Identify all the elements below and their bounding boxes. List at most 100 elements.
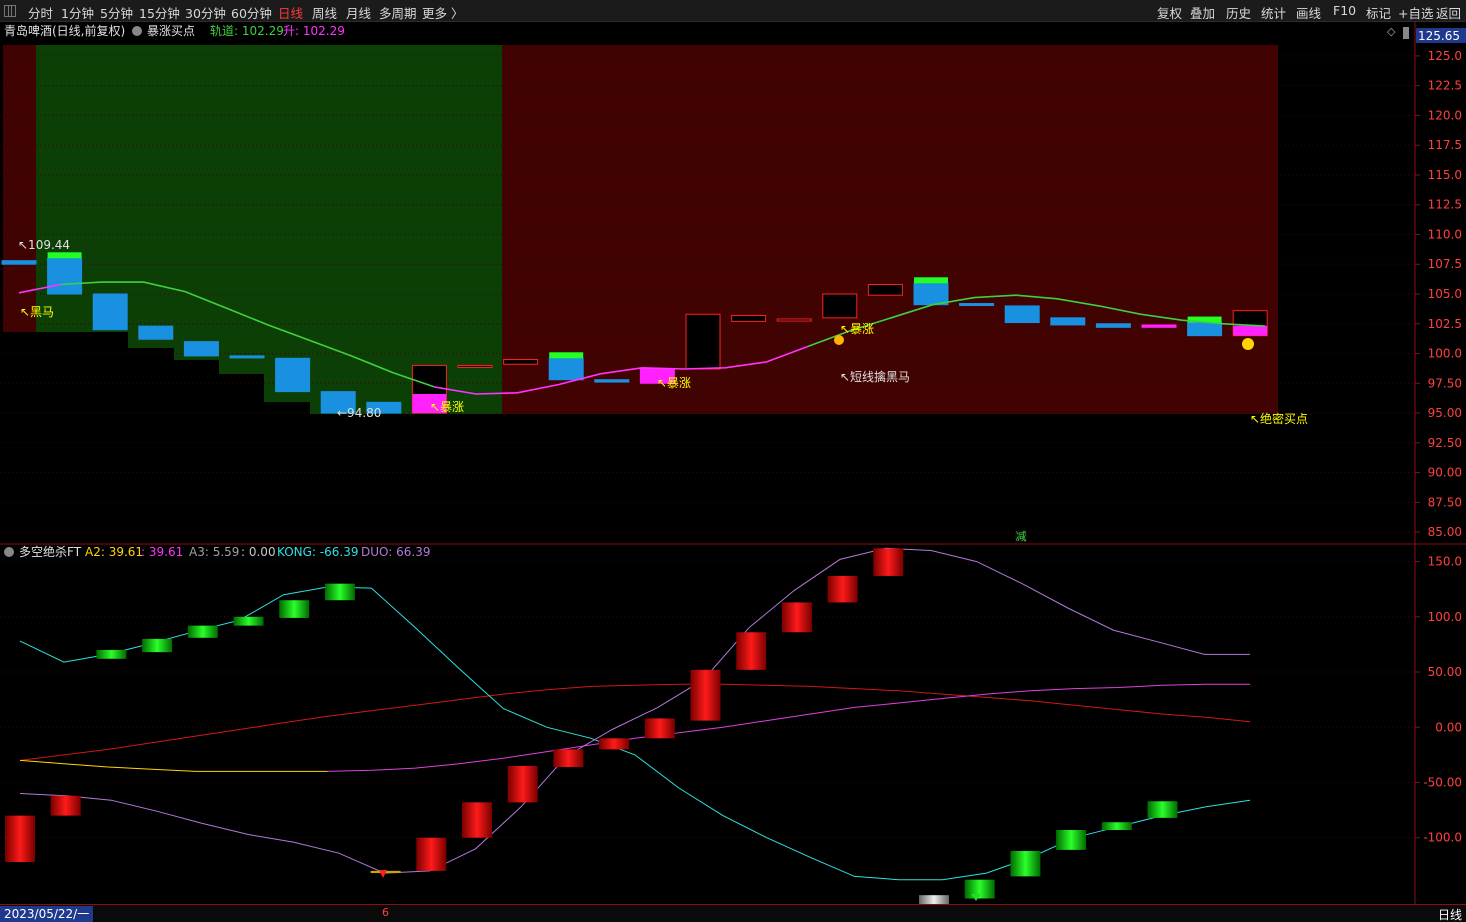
- tab-timeshare[interactable]: 分时: [28, 3, 53, 22]
- price-axis-label: 85.00: [1428, 525, 1462, 539]
- back-button[interactable]: 返回: [1436, 3, 1461, 22]
- adjust-button[interactable]: 复权: [1157, 3, 1182, 22]
- candle-cap: [914, 277, 948, 284]
- candle-cap: [549, 352, 584, 359]
- candle: [1187, 322, 1223, 337]
- candle: [138, 325, 174, 340]
- price-axis-label: 125.0: [1428, 49, 1462, 63]
- candle: [822, 293, 858, 319]
- month-marker: 6: [382, 906, 389, 919]
- sub-bar: [279, 600, 310, 618]
- sub-bar: [553, 749, 584, 768]
- candle: [503, 358, 539, 365]
- sub-bar: [1147, 801, 1178, 818]
- main-indicator-name: 暴涨买点: [147, 23, 195, 38]
- tab-multi-period[interactable]: 多周期: [379, 3, 417, 22]
- candle: [1141, 324, 1177, 328]
- tab-monthly[interactable]: 月线: [346, 3, 371, 22]
- candle: [47, 257, 83, 295]
- money-bag-icon: [834, 335, 844, 345]
- candle: [1050, 317, 1086, 326]
- sub-bar: [416, 837, 447, 871]
- signal-heima: ↖黑马: [20, 305, 54, 319]
- candle: [1004, 305, 1040, 324]
- tab-1min[interactable]: 1分钟: [61, 3, 94, 22]
- candle-magenta: [1233, 325, 1268, 336]
- add-watchlist-button[interactable]: +自选: [1398, 3, 1433, 22]
- sub-legend-item: : 0.00: [241, 545, 276, 559]
- candle: [92, 293, 128, 331]
- signal-secret-point: ↖绝密买点: [1250, 411, 1308, 426]
- sub-bar: [233, 616, 264, 626]
- price-axis-label: 117.5: [1428, 138, 1462, 152]
- chart-area[interactable]: ↖109.44 ←94.80 ↖黑马 ↖暴涨 ↖暴涨 ↖暴涨 ↖短线擒黑马 ↖绝密买点减 青岛啤…: [0, 22, 1466, 904]
- tab-weekly[interactable]: 周线: [312, 3, 337, 22]
- sub-legend-item: DUO: 66.39: [361, 545, 430, 559]
- sub-legend-item: A2: 39.61: [85, 545, 143, 559]
- statistics-button[interactable]: 统计: [1261, 3, 1286, 22]
- f10-button[interactable]: F10: [1333, 3, 1356, 18]
- tab-5min[interactable]: 5分钟: [100, 3, 133, 22]
- sub-bar: [599, 738, 630, 750]
- sub-bar: [5, 815, 35, 863]
- sub-bar: [827, 575, 858, 603]
- sub-bar: [644, 718, 675, 739]
- cursor-date: 2023/05/22/一: [0, 906, 94, 922]
- tab-daily[interactable]: 日线: [278, 3, 303, 22]
- candle: [1095, 323, 1131, 328]
- price-axis-label: 112.5: [1428, 198, 1462, 212]
- history-button[interactable]: 历史: [1226, 3, 1251, 22]
- sub-axis-label: 150.0: [1428, 555, 1462, 569]
- sub-indicator-name: 多空绝杀FT: [19, 544, 82, 559]
- candle-cap: [47, 252, 82, 259]
- sub-axis-label: 50.00: [1428, 665, 1462, 679]
- mark-button[interactable]: 标记: [1366, 3, 1391, 22]
- price-axis-label: 95.00: [1428, 406, 1462, 420]
- candle: [959, 303, 995, 307]
- price-axis-label: 87.50: [1428, 495, 1462, 509]
- magenta-line: [327, 683, 1250, 772]
- signal-baozhang: ↖暴涨: [657, 375, 691, 390]
- sub-bar: [507, 765, 538, 803]
- sub-bar: [324, 583, 355, 601]
- candle: [867, 283, 903, 296]
- window-menu-icon[interactable]: [4, 5, 16, 17]
- candle: [594, 379, 630, 383]
- tab-30min[interactable]: 30分钟: [185, 3, 226, 22]
- scroll-icon: [1403, 27, 1409, 39]
- price-axis-label: 115.0: [1428, 168, 1462, 182]
- price-axis-label: 122.5: [1428, 79, 1462, 93]
- candle: [457, 364, 493, 368]
- tab-60min[interactable]: 60分钟: [231, 3, 272, 22]
- low-price-label: ←94.80: [337, 406, 381, 420]
- overlay-button[interactable]: 叠加: [1190, 3, 1215, 22]
- sub-axis-label: -50.00: [1423, 775, 1462, 789]
- candle: [548, 357, 584, 381]
- signal-short-line: ↖短线擒黑马: [840, 369, 910, 384]
- sub-bar: [1010, 850, 1041, 877]
- sub-bar: [781, 602, 812, 633]
- current-price-tag: 125.65: [1418, 29, 1460, 43]
- sub-bar: [96, 649, 127, 659]
- candle: [1, 260, 37, 265]
- sub-bar: [736, 632, 767, 670]
- sub-bar: [873, 548, 904, 576]
- price-axis-label: 97.50: [1428, 376, 1462, 390]
- sub-bar: [690, 669, 721, 721]
- price-axis-label: 92.50: [1428, 436, 1462, 450]
- price-axis-label: 110.0: [1428, 227, 1462, 241]
- zone-red-right: [502, 45, 1278, 414]
- sub-bar: [462, 802, 492, 838]
- candle: [913, 282, 949, 306]
- up-arrow-icon: [379, 870, 387, 878]
- tab-15min[interactable]: 15分钟: [139, 3, 180, 22]
- tab-more[interactable]: 更多 〉: [422, 3, 463, 22]
- sub-axis-label: 100.0: [1428, 610, 1462, 624]
- sub-axis-label: -100.0: [1423, 831, 1462, 845]
- period-label[interactable]: 日线: [1438, 906, 1462, 922]
- draw-line-button[interactable]: 画线: [1296, 3, 1321, 22]
- sub-bar: [187, 625, 218, 638]
- price-axis-label: 105.0: [1428, 287, 1462, 301]
- price-axis-label: 102.5: [1428, 317, 1462, 331]
- sub-axis-label: 0.00: [1435, 720, 1462, 734]
